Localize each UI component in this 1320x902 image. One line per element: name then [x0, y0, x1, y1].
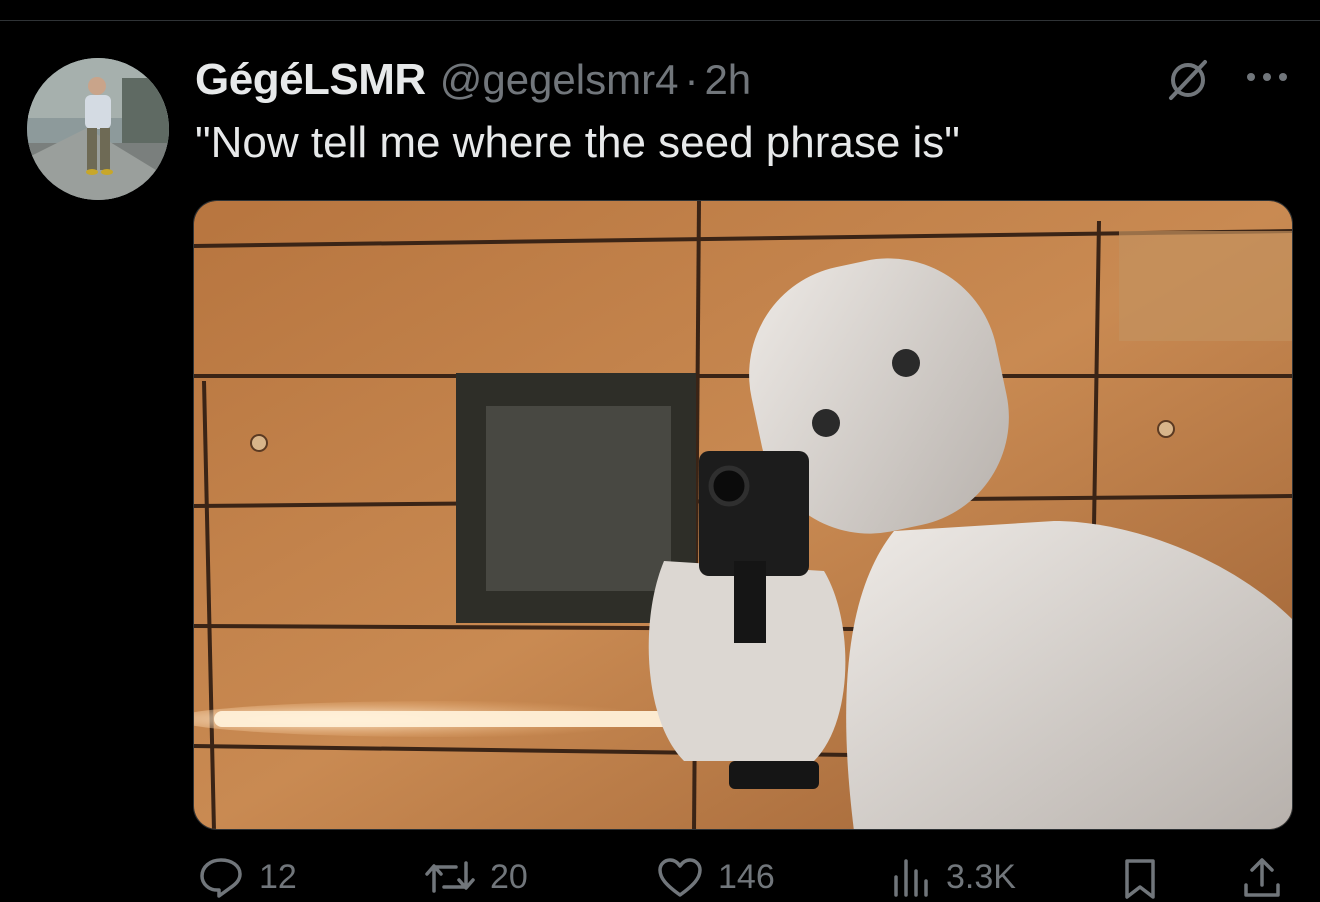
- avatar-photo: [27, 58, 169, 200]
- tweet-media[interactable]: [193, 200, 1293, 830]
- bookmark-icon: [1125, 859, 1155, 899]
- timestamp[interactable]: 2h: [704, 56, 751, 104]
- bookmark-button[interactable]: [1120, 852, 1160, 902]
- share-icon: [1244, 858, 1280, 897]
- views-button[interactable]: 3.3K: [890, 852, 1016, 902]
- repost-count: 20: [490, 857, 528, 896]
- like-button[interactable]: 146: [656, 852, 775, 902]
- share-button[interactable]: [1240, 852, 1284, 902]
- views-count: 3.3K: [946, 857, 1016, 896]
- display-name[interactable]: GégéLSMR: [195, 55, 426, 105]
- user-handle[interactable]: @gegelsmr4: [440, 56, 679, 104]
- more-options-icon[interactable]: [1243, 62, 1291, 92]
- views-icon: [894, 859, 928, 897]
- repost-button[interactable]: 20: [424, 852, 528, 902]
- heart-icon: [658, 858, 702, 897]
- media-image: [194, 201, 1292, 829]
- separator-dot: ·: [684, 56, 699, 103]
- top-divider: [0, 20, 1320, 21]
- reply-count: 12: [259, 857, 297, 896]
- like-count: 146: [718, 857, 775, 896]
- reply-icon: [200, 858, 242, 898]
- reply-button[interactable]: 12: [197, 852, 297, 902]
- grok-icon[interactable]: [1165, 56, 1211, 102]
- tweet-header: GégéLSMR @gegelsmr4 · 2h: [195, 52, 751, 108]
- tweet-text: "Now tell me where the seed phrase is": [195, 118, 960, 167]
- repost-icon: [425, 861, 475, 893]
- avatar[interactable]: [27, 58, 169, 200]
